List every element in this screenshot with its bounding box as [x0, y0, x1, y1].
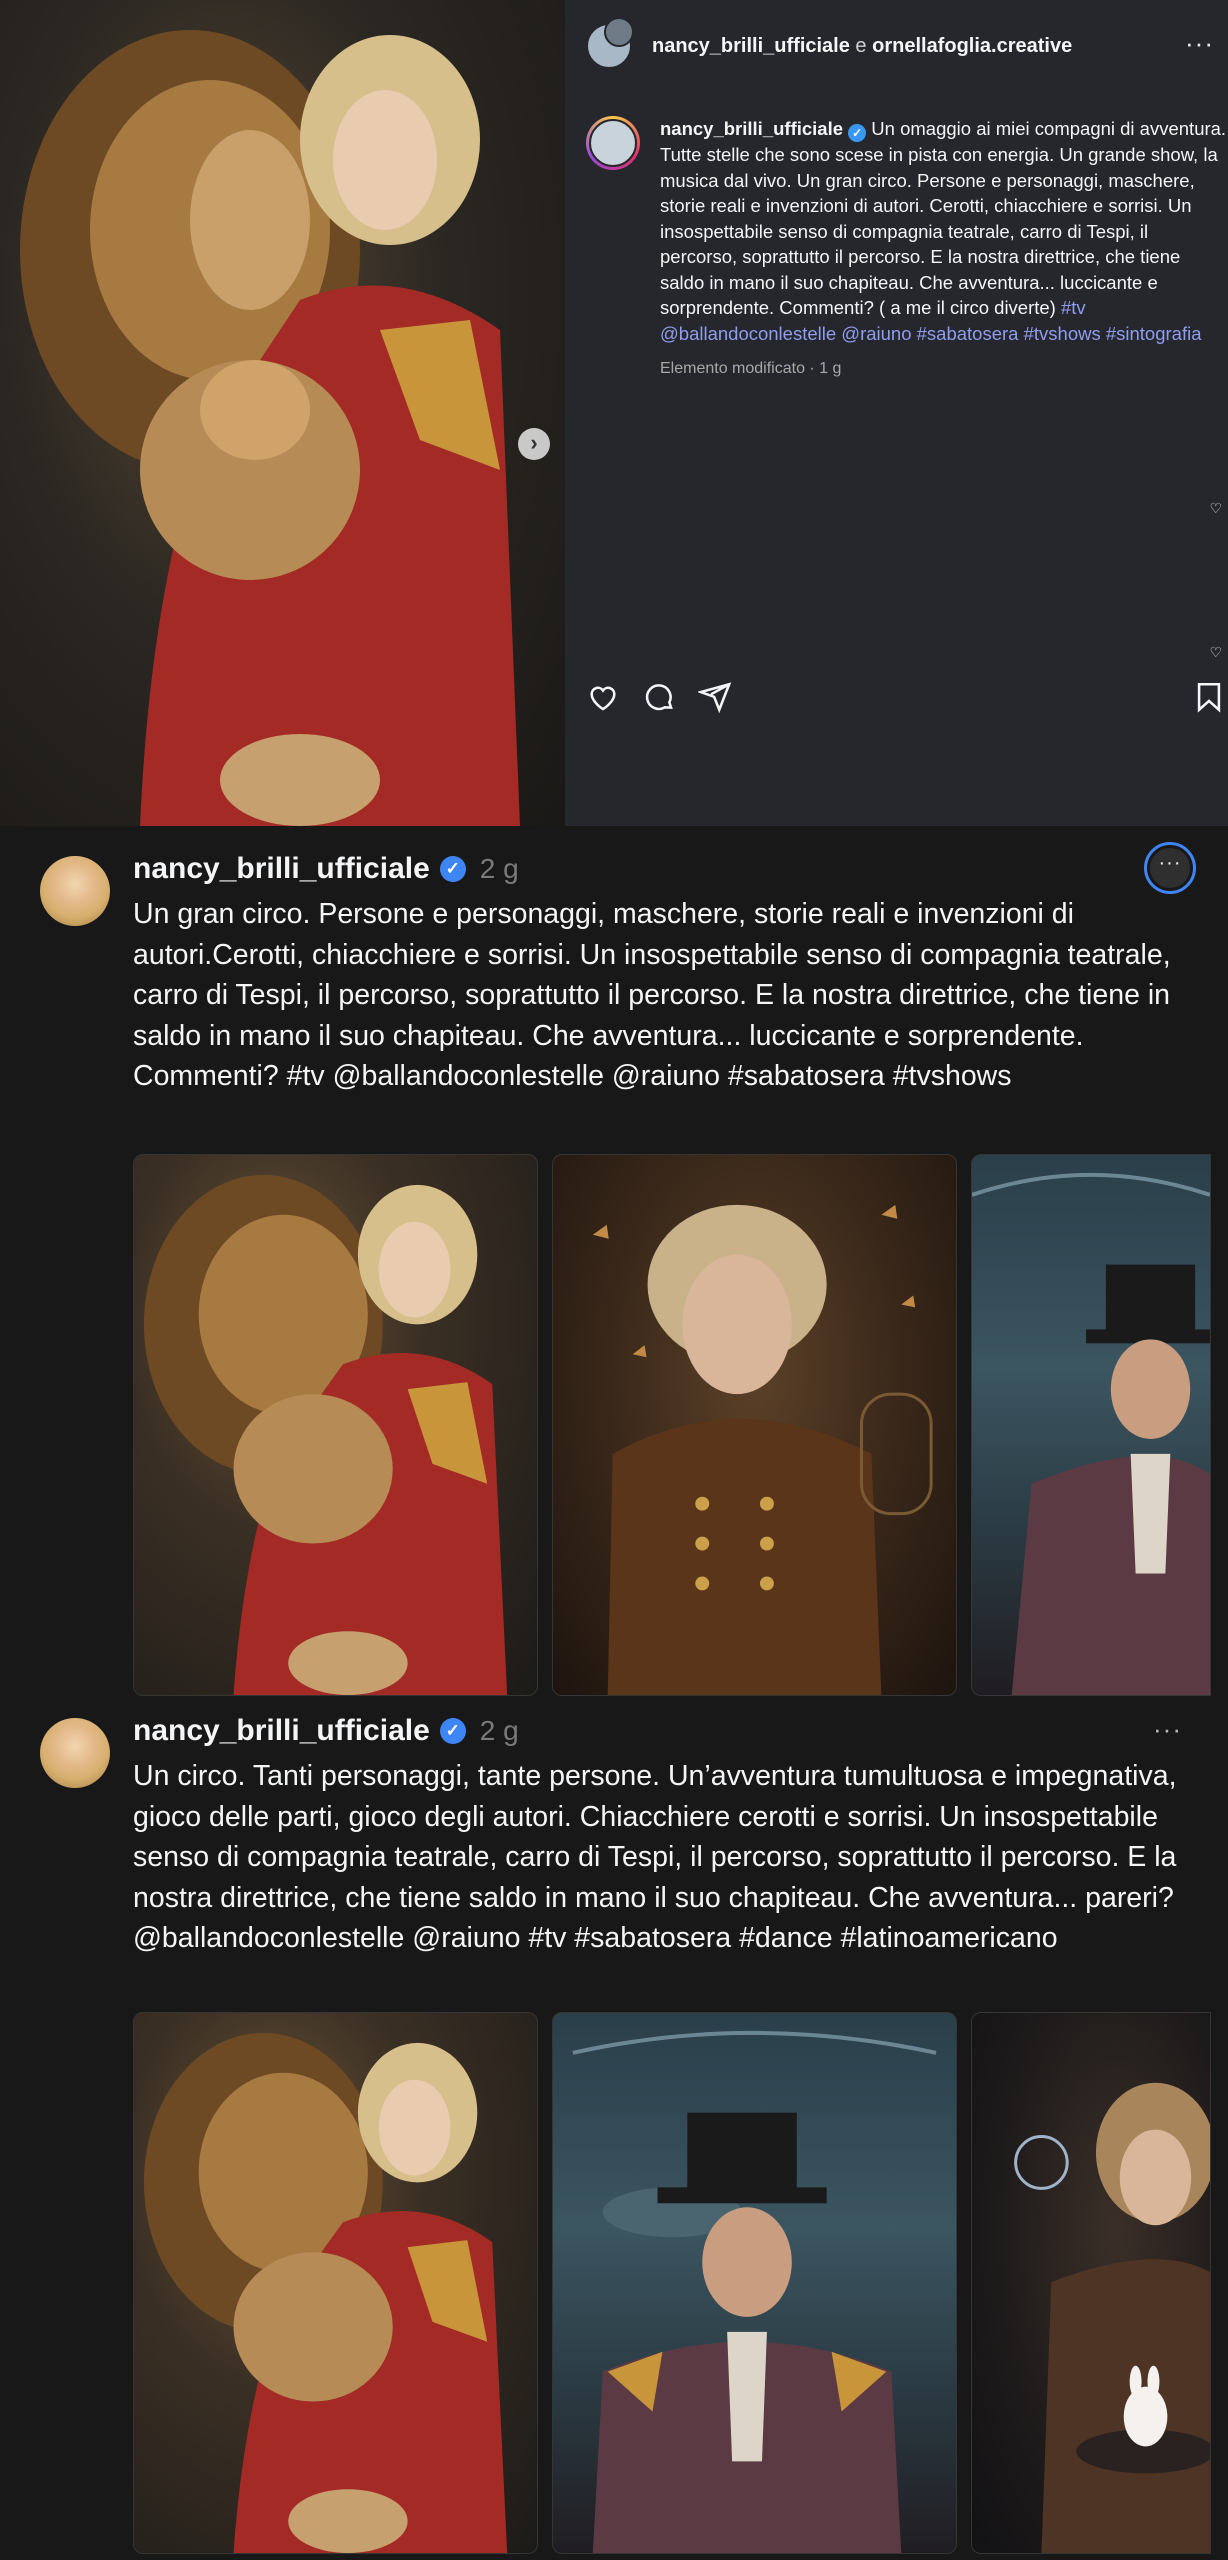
instagram-post-panel: › nancy_brilli_ufficiale e ornellafoglia…	[0, 0, 1228, 826]
comment-like-icon[interactable]: ♡	[1209, 644, 1222, 661]
more-dots-icon[interactable]: ···	[1153, 1714, 1182, 1745]
image-gallery[interactable]	[133, 1154, 1211, 1696]
caption-text-block: nancy_brilli_ufficiale ✓ Un omaggio ai m…	[660, 116, 1228, 346]
header-separator: e	[855, 34, 867, 57]
header-username-1[interactable]: nancy_brilli_ufficiale	[652, 35, 850, 57]
instagram-sidebar: nancy_brilli_ufficiale e ornellafoglia.c…	[566, 0, 1228, 826]
feed-post-2: nancy_brilli_ufficiale ✓ 2 g ··· Un circ…	[0, 1696, 1228, 2560]
post-text: Un gran circo. Persone e personaggi, mas…	[133, 898, 1171, 1092]
post-header: nancy_brilli_ufficiale ✓ 2 g	[133, 1714, 519, 1748]
gallery-image-lion[interactable]	[133, 2012, 538, 2554]
image-gallery[interactable]	[133, 2012, 1211, 2554]
comment-icon[interactable]	[642, 680, 676, 719]
post-timestamp: 2 g	[479, 1715, 519, 1746]
lion-woman-illustration	[143, 1174, 508, 1695]
lion-woman-illustration	[20, 30, 520, 826]
collab-avatar[interactable]	[586, 17, 634, 69]
gallery-image-lion[interactable]	[133, 1154, 538, 1696]
verified-badge-icon: ✓	[848, 124, 867, 142]
post-timestamp: 2 g	[479, 853, 519, 884]
post-caption: nancy_brilli_ufficiale ✓ Un omaggio ai m…	[586, 116, 1228, 382]
post-username[interactable]: nancy_brilli_ufficiale	[133, 1714, 430, 1748]
avatar[interactable]	[40, 1718, 110, 1788]
magician-woman-illustration	[1014, 2082, 1210, 2553]
verified-badge-icon: ✓	[439, 856, 466, 882]
feed-post-1: nancy_brilli_ufficiale ✓ 2 g ··· Un gran…	[0, 826, 1228, 1696]
like-icon[interactable]	[586, 680, 620, 719]
collab-avatar-secondary	[604, 17, 634, 47]
tophat-man-illustration	[972, 1172, 1210, 1695]
lion-woman-illustration	[143, 2032, 508, 2553]
bookmark-icon[interactable]	[1192, 680, 1226, 719]
caption-username[interactable]: nancy_brilli_ufficiale	[660, 118, 843, 139]
gallery-image-magician-woman[interactable]	[971, 2012, 1211, 2554]
caption-text: Un omaggio ai miei compagni di avventura…	[660, 118, 1227, 318]
more-options-icon[interactable]: ···	[1185, 28, 1214, 59]
avatar[interactable]	[40, 856, 110, 926]
butterfly-woman-illustration	[592, 1204, 933, 1695]
post-header: nancy_brilli_ufficiale e ornellafoglia.c…	[586, 17, 1072, 70]
header-username-2[interactable]: ornellafoglia.creative	[872, 35, 1072, 57]
caption-avatar[interactable]	[586, 116, 640, 170]
gallery-image-tophat-man[interactable]	[552, 2012, 957, 2554]
more-dots-icon: ···	[1150, 848, 1190, 888]
comment-like-icon[interactable]: ♡	[1209, 500, 1222, 517]
gallery-image-tophat-man[interactable]	[971, 1154, 1211, 1696]
post-meta: Elemento modificato · 1 g	[660, 360, 842, 377]
post-username[interactable]: nancy_brilli_ufficiale	[133, 852, 430, 886]
next-slide-button[interactable]: ›	[518, 428, 550, 460]
tophat-man-illustration	[572, 2030, 937, 2553]
post-header: nancy_brilli_ufficiale ✓ 2 g	[133, 852, 519, 886]
post-text: Un circo. Tanti personaggi, tante person…	[133, 1760, 1177, 1954]
lion-tamer-photo[interactable]: ›	[0, 0, 565, 826]
collab-usernames: nancy_brilli_ufficiale e ornellafoglia.c…	[652, 35, 1072, 58]
gallery-image-butterflies[interactable]	[552, 1154, 957, 1696]
share-icon[interactable]	[696, 680, 732, 719]
post-menu-button[interactable]: ···	[1144, 842, 1196, 894]
action-bar	[586, 680, 732, 719]
verified-badge-icon: ✓	[439, 1718, 466, 1744]
